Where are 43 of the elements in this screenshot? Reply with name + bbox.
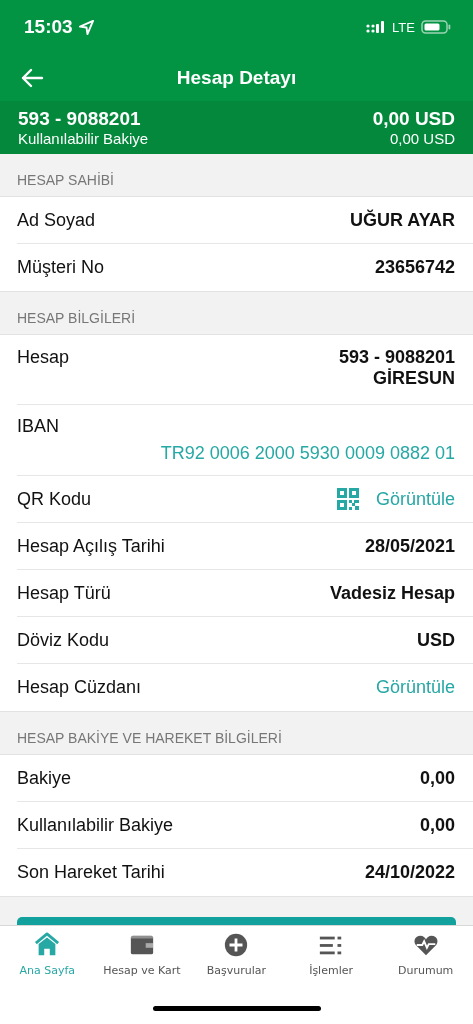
row-value: 593 - 9088201 [338, 347, 455, 368]
row-value: UĞUR AYAR [349, 209, 455, 231]
row-value: 0,00 [419, 767, 455, 789]
section-header: HESAP BİLGİLERİ [16, 309, 136, 329]
row-value: GİRESUN [373, 368, 455, 390]
row-value: 24/10/2022 [364, 862, 455, 884]
qr-code-icon [335, 487, 360, 512]
plus-circle-icon [223, 932, 250, 959]
account-number: 593 - 9088201 [18, 108, 141, 131]
row-label: Hesap Açılış Tarihi [17, 535, 165, 557]
section-header: HESAP BAKİYE VE HAREKET BİLGİLERİ [16, 729, 283, 749]
status-time: 15:03 [24, 16, 73, 39]
row-label: IBAN [17, 416, 60, 438]
row-value: 28/05/2021 [364, 535, 455, 557]
signal-icon [366, 20, 387, 35]
available-balance: 0,00 USD [389, 130, 455, 148]
available-balance-label: Kullanılabilir Bakiye [18, 130, 149, 148]
tab-bar-item[interactable]: Hesap ve Kart [94, 932, 190, 993]
iban-value: TR92 0006 2000 5930 0009 0882 01 [159, 443, 455, 465]
row-value: USD [417, 629, 455, 651]
row-label: Hesap Cüzdanı [17, 677, 142, 699]
tab-bar-item[interactable]: İşlemler [283, 932, 379, 993]
screen-title: Hesap Detayı [176, 67, 297, 90]
row-label: Hesap Türü [17, 582, 111, 604]
row-value: Vadesiz Hesap [329, 582, 455, 604]
row-label: Müşteri No [17, 257, 105, 279]
section-header: HESAP SAHİBİ [16, 171, 115, 191]
row-label: Döviz Kodu [17, 629, 110, 651]
row-value: 0,00 [419, 814, 455, 836]
network-label: LTE [392, 20, 415, 35]
account-balance: 0,00 USD [372, 108, 455, 131]
row-label: Bakiye [17, 767, 72, 789]
location-arrow-icon [78, 20, 94, 35]
battery-icon [421, 20, 451, 35]
row-label: Son Hareket Tarihi [17, 862, 165, 884]
action-button[interactable] [17, 917, 456, 926]
row-value: 23656742 [374, 257, 455, 279]
tab-bar-item[interactable]: Durumum [378, 932, 473, 993]
row-label: Kullanılabilir Bakiye [17, 814, 174, 836]
tab-bar-item[interactable]: Başvurular [189, 932, 284, 993]
row-label: Ad Soyad [17, 209, 96, 231]
row-label: QR Kodu [17, 488, 92, 510]
row-label: Hesap [17, 347, 70, 369]
